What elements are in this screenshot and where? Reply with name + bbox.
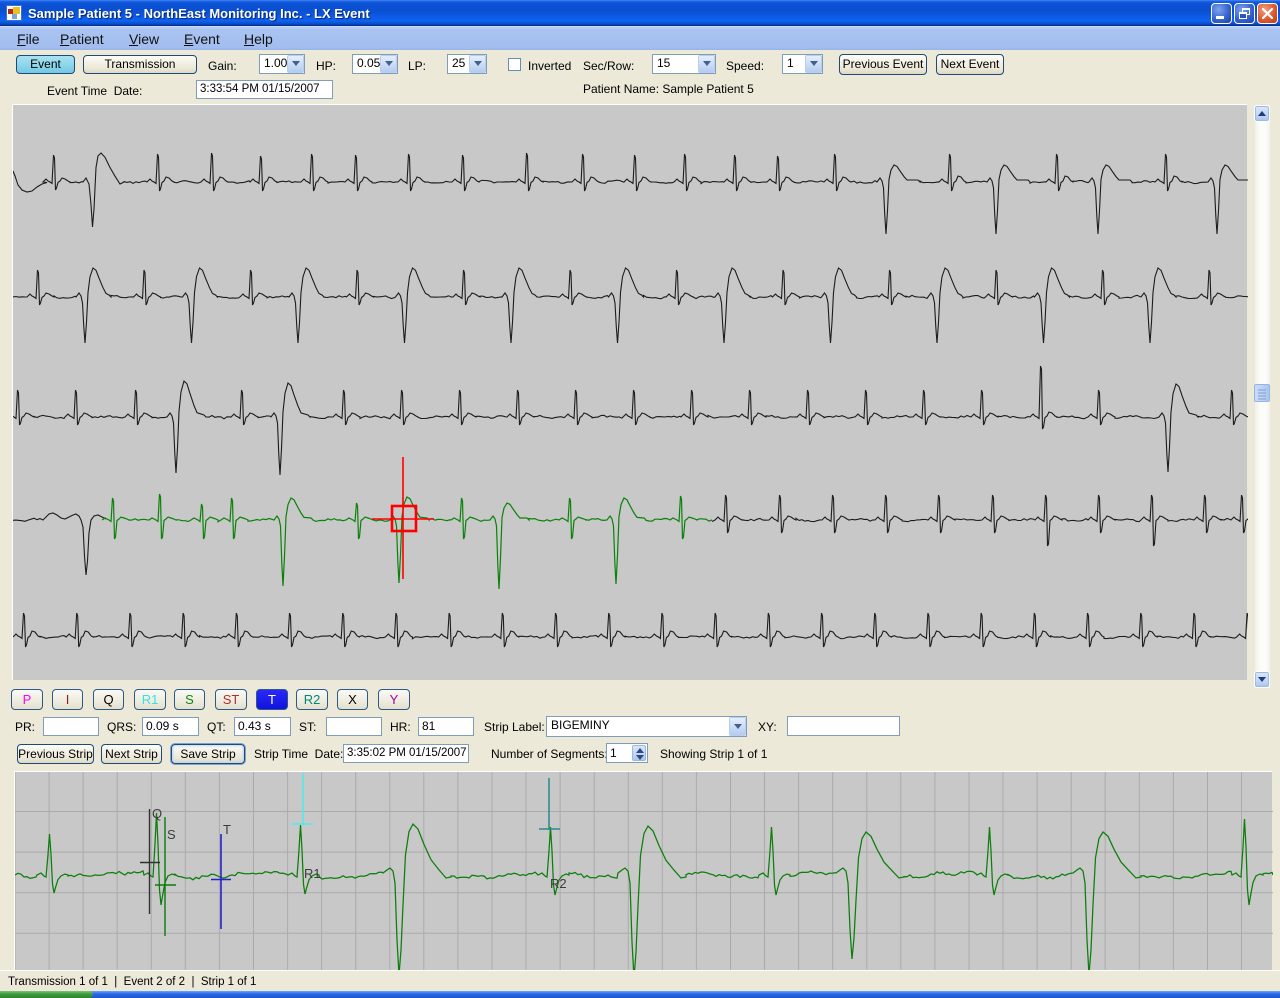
svg-text:S: S <box>167 827 176 842</box>
svg-text:R1: R1 <box>304 866 321 881</box>
svg-text:R2: R2 <box>550 876 567 891</box>
svg-text:Q: Q <box>152 806 162 821</box>
svg-text:T: T <box>223 822 231 837</box>
